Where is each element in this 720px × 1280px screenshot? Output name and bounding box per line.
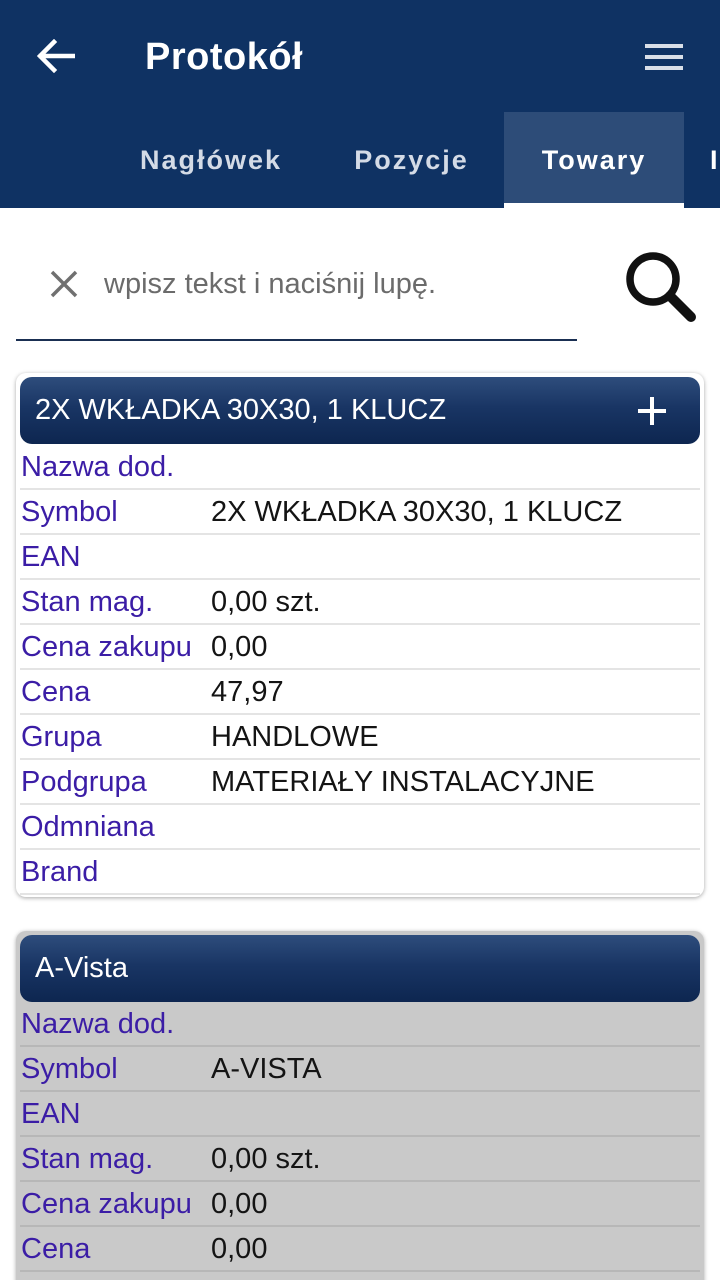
product-details: Nazwa dod. Symbol 2X WKŁADKA 30X30, 1 KL… [20, 445, 700, 895]
detail-row-podgrupa: Podgrupa MATERIAŁY INSTALACYJNE [20, 760, 700, 805]
product-card-header[interactable]: A-Vista [20, 935, 700, 1002]
detail-label: EAN [21, 1098, 81, 1130]
detail-value: 0,00 szt. [211, 586, 321, 618]
detail-value: A-VISTA [211, 1053, 322, 1085]
product-card: 2X WKŁADKA 30X30, 1 KLUCZ Nazwa dod. Sym… [16, 373, 704, 897]
hamburger-menu-icon [645, 44, 683, 70]
detail-row-grupa: Grupa HANDLOWE [20, 715, 700, 760]
detail-row-stan-mag: Stan mag. 0,00 szt. [20, 580, 700, 625]
detail-label: Grupa [21, 721, 102, 753]
detail-row-odmniana: Odmniana [20, 805, 700, 850]
back-button[interactable] [28, 30, 84, 82]
detail-value: 0,00 szt. [211, 1143, 321, 1175]
detail-row-cena: Cena 47,97 [20, 670, 700, 715]
product-name: A-Vista [35, 952, 128, 984]
detail-value: 2X WKŁADKA 30X30, 1 KLUCZ [211, 496, 623, 528]
detail-label: EAN [21, 541, 81, 573]
search-button[interactable] [618, 244, 702, 328]
detail-value: HANDLOWE [211, 721, 379, 753]
tab-next-partial[interactable]: I [710, 112, 720, 208]
clear-search-button[interactable] [42, 262, 86, 306]
tab-towary[interactable]: Towary [504, 112, 684, 208]
detail-label: Cena zakupu [21, 631, 192, 663]
detail-row-nazwa-dod: Nazwa dod. [20, 445, 700, 490]
tab-naglowek[interactable]: Nagłówek [118, 112, 304, 208]
detail-row-symbol: Symbol A-VISTA [20, 1047, 700, 1092]
search-underline [16, 339, 577, 341]
detail-row-stan-mag: Stan mag. 0,00 szt. [20, 1137, 700, 1182]
close-icon [50, 270, 78, 298]
detail-row-brand: Brand [20, 850, 700, 895]
detail-row-ean: EAN [20, 535, 700, 580]
plus-icon [638, 397, 666, 425]
detail-value: 0,00 [211, 1233, 268, 1265]
product-name: 2X WKŁADKA 30X30, 1 KLUCZ [35, 394, 447, 426]
app-bar: Protokół [0, 0, 720, 112]
detail-row-cena-zakupu: Cena zakupu 0,00 [20, 1182, 700, 1227]
detail-label: Stan mag. [21, 586, 154, 618]
detail-row-ean: EAN [20, 1092, 700, 1137]
tab-towary-label: Towary [541, 144, 647, 175]
search-bar [0, 208, 720, 358]
detail-label: Symbol [21, 1053, 118, 1085]
detail-row-partial [20, 1272, 700, 1280]
detail-label: Cena zakupu [21, 1188, 192, 1220]
page-title: Protokół [145, 36, 304, 78]
detail-value: 47,97 [211, 676, 284, 708]
arrow-left-icon [37, 39, 75, 73]
detail-label: Symbol [21, 496, 118, 528]
detail-label: Odmniana [21, 811, 155, 843]
product-card-header[interactable]: 2X WKŁADKA 30X30, 1 KLUCZ [20, 377, 700, 444]
detail-row-symbol: Symbol 2X WKŁADKA 30X30, 1 KLUCZ [20, 490, 700, 535]
tab-pozycje[interactable]: Pozycje [330, 112, 493, 208]
detail-label: Podgrupa [21, 766, 147, 798]
detail-value: MATERIAŁY INSTALACYJNE [211, 766, 595, 798]
product-details: Nazwa dod. Symbol A-VISTA EAN Stan mag. … [20, 1002, 700, 1280]
detail-label: Nazwa dod. [21, 451, 175, 483]
detail-label: Stan mag. [21, 1143, 154, 1175]
detail-row-cena: Cena 0,00 [20, 1227, 700, 1272]
search-input[interactable] [104, 254, 574, 314]
detail-label: Nazwa dod. [21, 1008, 175, 1040]
detail-value: 0,00 [211, 1188, 268, 1220]
detail-row-nazwa-dod: Nazwa dod. [20, 1002, 700, 1047]
detail-label: Cena [21, 676, 91, 708]
detail-row-cena-zakupu: Cena zakupu 0,00 [20, 625, 700, 670]
product-card: A-Vista Nazwa dod. Symbol A-VISTA EAN St… [16, 931, 704, 1280]
detail-value: 0,00 [211, 631, 268, 663]
tab-bar: Nagłówek Pozycje Towary I [0, 112, 720, 208]
detail-label: Brand [21, 856, 99, 888]
detail-label: Cena [21, 1233, 91, 1265]
add-product-button[interactable] [630, 389, 674, 433]
menu-button[interactable] [636, 32, 692, 82]
magnifier-icon [626, 252, 696, 322]
